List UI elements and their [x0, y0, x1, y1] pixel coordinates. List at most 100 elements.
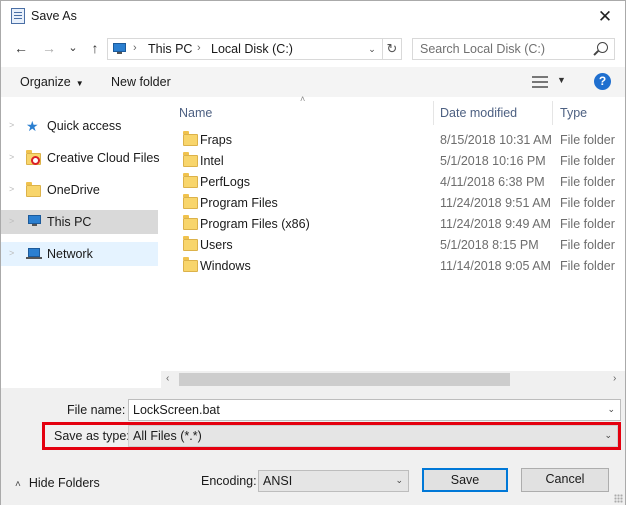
- chevron-up-icon: ˄: [15, 479, 21, 490]
- highlight-annotation-box: [42, 422, 621, 450]
- close-button[interactable]: ✕: [585, 1, 625, 32]
- search-input[interactable]: [413, 39, 593, 59]
- chevron-down-icon[interactable]: ⌄: [395, 475, 403, 486]
- file-type: File folder: [560, 154, 615, 168]
- navigation-pane[interactable]: > ★ Quick access > Creative Cloud Files …: [1, 97, 161, 387]
- scroll-left-arrow-icon[interactable]: ‹: [166, 373, 169, 384]
- list-item[interactable]: Intel 5/1/2018 10:16 PM File folder: [177, 150, 625, 171]
- folder-icon: [26, 182, 42, 198]
- address-dropdown-icon[interactable]: ⌄: [363, 39, 381, 59]
- chevron-down-icon[interactable]: ⌄: [607, 404, 615, 415]
- file-date: 11/24/2018 9:49 AM: [440, 217, 551, 231]
- expand-chevron-icon[interactable]: >: [9, 120, 14, 130]
- up-arrow-icon[interactable]: ↑: [85, 38, 105, 58]
- sidebar-item-this-pc[interactable]: > This PC: [1, 210, 158, 234]
- file-date: 5/1/2018 8:15 PM: [440, 238, 539, 252]
- recent-locations-chevron-icon[interactable]: ⌄: [63, 38, 83, 58]
- file-date: 11/14/2018 9:05 AM: [440, 259, 551, 273]
- change-view-icon[interactable]: [532, 76, 548, 88]
- file-date: 4/11/2018 6:38 PM: [440, 175, 545, 189]
- forward-arrow-icon[interactable]: →: [39, 38, 59, 58]
- file-date: 8/15/2018 10:31 AM: [440, 133, 552, 147]
- save-button[interactable]: Save: [422, 468, 508, 492]
- resize-grip[interactable]: [614, 494, 623, 503]
- file-type: File folder: [560, 259, 615, 273]
- column-header-date-modified[interactable]: Date modified: [440, 106, 517, 120]
- column-divider[interactable]: [552, 101, 553, 125]
- star-icon: ★: [26, 118, 39, 134]
- encoding-label: Encoding:: [201, 474, 257, 488]
- title-bar[interactable]: Save As ✕: [1, 1, 625, 32]
- file-name: Users: [200, 238, 233, 252]
- file-name-combobox[interactable]: LockScreen.bat ⌄: [128, 399, 621, 421]
- window-title: Save As: [31, 9, 77, 23]
- dropdown-arrow-icon: ▼: [75, 79, 84, 88]
- breadcrumb-separator-icon[interactable]: ›: [197, 42, 201, 54]
- column-header-name[interactable]: Name: [179, 106, 212, 120]
- expand-chevron-icon[interactable]: >: [9, 184, 14, 194]
- file-type: File folder: [560, 196, 615, 210]
- sidebar-item-label: This PC: [47, 215, 92, 229]
- address-bar[interactable]: › This PC › Local Disk (C:) ⌄ ↻: [107, 38, 402, 60]
- view-options-dropdown-icon[interactable]: ▼: [557, 75, 566, 85]
- help-icon[interactable]: ?: [594, 73, 611, 90]
- expand-chevron-icon[interactable]: >: [9, 216, 14, 226]
- sidebar-item-label: Network: [47, 247, 93, 261]
- list-item[interactable]: Fraps 8/15/2018 10:31 AM File folder: [177, 129, 625, 150]
- sidebar-item-quick-access[interactable]: > ★ Quick access: [1, 114, 158, 138]
- list-item[interactable]: Program Files 11/24/2018 9:51 AM File fo…: [177, 192, 625, 213]
- hide-folders-button[interactable]: ˄ Hide Folders: [15, 476, 100, 490]
- search-box[interactable]: [412, 38, 615, 60]
- file-name: Windows: [200, 259, 251, 273]
- file-type: File folder: [560, 238, 615, 252]
- sidebar-item-onedrive[interactable]: > OneDrive: [1, 178, 158, 202]
- breadcrumb-this-pc[interactable]: This PC: [148, 42, 192, 56]
- file-name-input[interactable]: LockScreen.bat: [133, 403, 220, 417]
- organize-label: Organize: [20, 75, 71, 89]
- file-name: PerfLogs: [200, 175, 251, 189]
- file-type: File folder: [560, 133, 615, 147]
- folder-icon: [183, 215, 198, 230]
- horizontal-scrollbar[interactable]: ‹ ›: [161, 371, 625, 388]
- cancel-button[interactable]: Cancel: [521, 468, 609, 492]
- encoding-select[interactable]: ANSI ⌄: [258, 470, 409, 492]
- breadcrumb-local-disk[interactable]: Local Disk (C:): [211, 42, 293, 56]
- folder-icon: [183, 194, 198, 209]
- pc-icon: [26, 214, 42, 230]
- file-type: File folder: [560, 175, 615, 189]
- list-item[interactable]: Users 5/1/2018 8:15 PM File folder: [177, 234, 625, 255]
- expand-chevron-icon[interactable]: >: [9, 152, 14, 162]
- file-date: 11/24/2018 9:51 AM: [440, 196, 551, 210]
- sidebar-item-label: Quick access: [47, 119, 122, 133]
- file-list[interactable]: ˄ Name Date modified Type Fraps 8/15/201…: [161, 94, 625, 388]
- scrollbar-thumb[interactable]: [179, 373, 510, 386]
- list-item[interactable]: Windows 11/14/2018 9:05 AM File folder: [177, 255, 625, 276]
- column-header-type[interactable]: Type: [560, 106, 587, 120]
- file-date: 5/1/2018 10:16 PM: [440, 154, 546, 168]
- hide-folders-label: Hide Folders: [28, 476, 100, 490]
- organize-button[interactable]: Organize ▼: [20, 75, 84, 89]
- file-name: Program Files (x86): [200, 217, 310, 231]
- file-type: File folder: [560, 217, 615, 231]
- sidebar-item-network[interactable]: > Network: [1, 242, 158, 266]
- search-icon[interactable]: [597, 42, 608, 53]
- notepad-icon: [11, 8, 25, 24]
- list-item[interactable]: PerfLogs 4/11/2018 6:38 PM File folder: [177, 171, 625, 192]
- back-arrow-icon[interactable]: ←: [11, 38, 31, 58]
- command-bar: Organize ▼ New folder ▼ ?: [1, 67, 625, 97]
- list-item[interactable]: Program Files (x86) 11/24/2018 9:49 AM F…: [177, 213, 625, 234]
- scroll-right-arrow-icon[interactable]: ›: [613, 373, 616, 384]
- new-folder-button[interactable]: New folder: [111, 75, 171, 89]
- sort-ascending-icon: ˄: [300, 94, 306, 104]
- network-icon: [26, 246, 42, 262]
- folder-icon: [183, 131, 198, 146]
- breadcrumb-separator-icon[interactable]: ›: [133, 42, 137, 54]
- folder-icon: [183, 152, 198, 167]
- sidebar-item-label: OneDrive: [47, 183, 100, 197]
- encoding-value: ANSI: [263, 474, 293, 488]
- expand-chevron-icon[interactable]: >: [9, 248, 14, 258]
- refresh-icon[interactable]: ↻: [382, 39, 401, 59]
- column-divider[interactable]: [433, 101, 434, 125]
- folder-icon: [183, 236, 198, 251]
- sidebar-item-creative-cloud-files[interactable]: > Creative Cloud Files: [1, 146, 160, 170]
